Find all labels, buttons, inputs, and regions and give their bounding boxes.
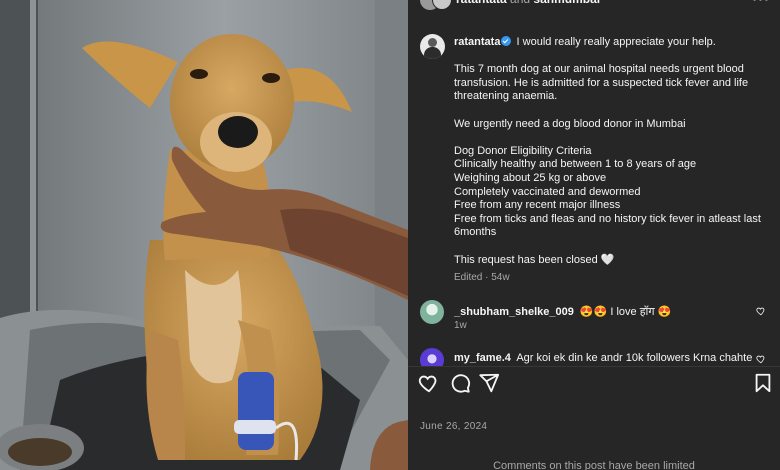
- criteria-item: Completely vaccinated and dewormed: [454, 185, 641, 198]
- caption-paragraph-2: We urgently need a dog blood donor in Mu…: [454, 117, 686, 130]
- caption-paragraph-1: This 7 month dog at our animal hospital …: [454, 63, 749, 103]
- avatar-body: [424, 47, 441, 59]
- send-icon[interactable]: [478, 372, 500, 394]
- comment-body: Agr koi ek din ke andr 10k followers Krn…: [516, 352, 753, 364]
- post-details-panel: ratantata and sanmumbai ••• ratantata I …: [408, 0, 780, 470]
- comment-like-heart-icon[interactable]: [756, 354, 766, 364]
- commenter-avatar[interactable]: [420, 348, 444, 366]
- commenter-avatar[interactable]: [420, 300, 444, 324]
- caption-text: ratantata I would really really apprecia…: [454, 36, 772, 285]
- more-options-icon[interactable]: •••: [752, 0, 770, 6]
- heart-icon[interactable]: [418, 372, 440, 394]
- dog-photo: [0, 0, 408, 470]
- comment-username[interactable]: my_fame.4: [454, 352, 511, 364]
- comment-username[interactable]: _shubham_shelke_009: [454, 306, 574, 318]
- author-secondary[interactable]: sanmumbai: [533, 0, 600, 6]
- criteria-item: Clinically healthy and between 1 to 8 ye…: [454, 158, 697, 171]
- caption-intro: I would really really appreciate your he…: [516, 36, 716, 48]
- comment-text: _shubham_shelke_009 😍😍 I love हॉग 😍: [454, 304, 754, 319]
- comment-item: my_fame.4 Agr koi ek din ke andr 10k fol…: [420, 348, 772, 366]
- caption-meta: Edited · 54w: [454, 272, 510, 284]
- post-authors[interactable]: ratantata and sanmumbai: [456, 0, 600, 6]
- criteria-item: Free from ticks and fleas and no history…: [454, 212, 761, 239]
- bookmark-icon[interactable]: [752, 372, 774, 394]
- authors-connector: and: [510, 0, 530, 6]
- comment-text: my_fame.4 Agr koi ek din ke andr 10k fol…: [454, 352, 754, 364]
- criteria-title: Dog Donor Eligibility Criteria: [454, 144, 592, 157]
- verified-badge-icon: [501, 36, 512, 46]
- comment-meta: 1w: [454, 320, 467, 331]
- section-divider: [408, 366, 780, 367]
- caption-avatar[interactable]: [420, 34, 445, 59]
- criteria-item: Weighing about 25 kg or above: [454, 171, 607, 184]
- post-header: ratantata and sanmumbai •••: [408, 0, 780, 12]
- instagram-post: ratantata and sanmumbai ••• ratantata I …: [0, 0, 780, 470]
- post-image[interactable]: [0, 0, 408, 470]
- action-bar: [408, 372, 780, 394]
- author-primary[interactable]: ratantata: [456, 0, 507, 6]
- caption-username[interactable]: ratantata: [454, 36, 500, 48]
- comment-icon[interactable]: [449, 372, 471, 394]
- comments-limited-notice: Comments on this post have been limited: [493, 460, 695, 470]
- comment-item: _shubham_shelke_009 😍😍 I love हॉग 😍 1w: [420, 300, 772, 334]
- comment-body: 😍😍 I love हॉग 😍: [579, 306, 672, 318]
- criteria-item: Free from any recent major illness: [454, 199, 621, 212]
- post-date[interactable]: June 26, 2024: [420, 421, 487, 432]
- caption-closing: This request has been closed 🤍: [454, 253, 615, 266]
- avatar-head: [428, 38, 437, 47]
- comment-like-heart-icon[interactable]: [756, 306, 766, 316]
